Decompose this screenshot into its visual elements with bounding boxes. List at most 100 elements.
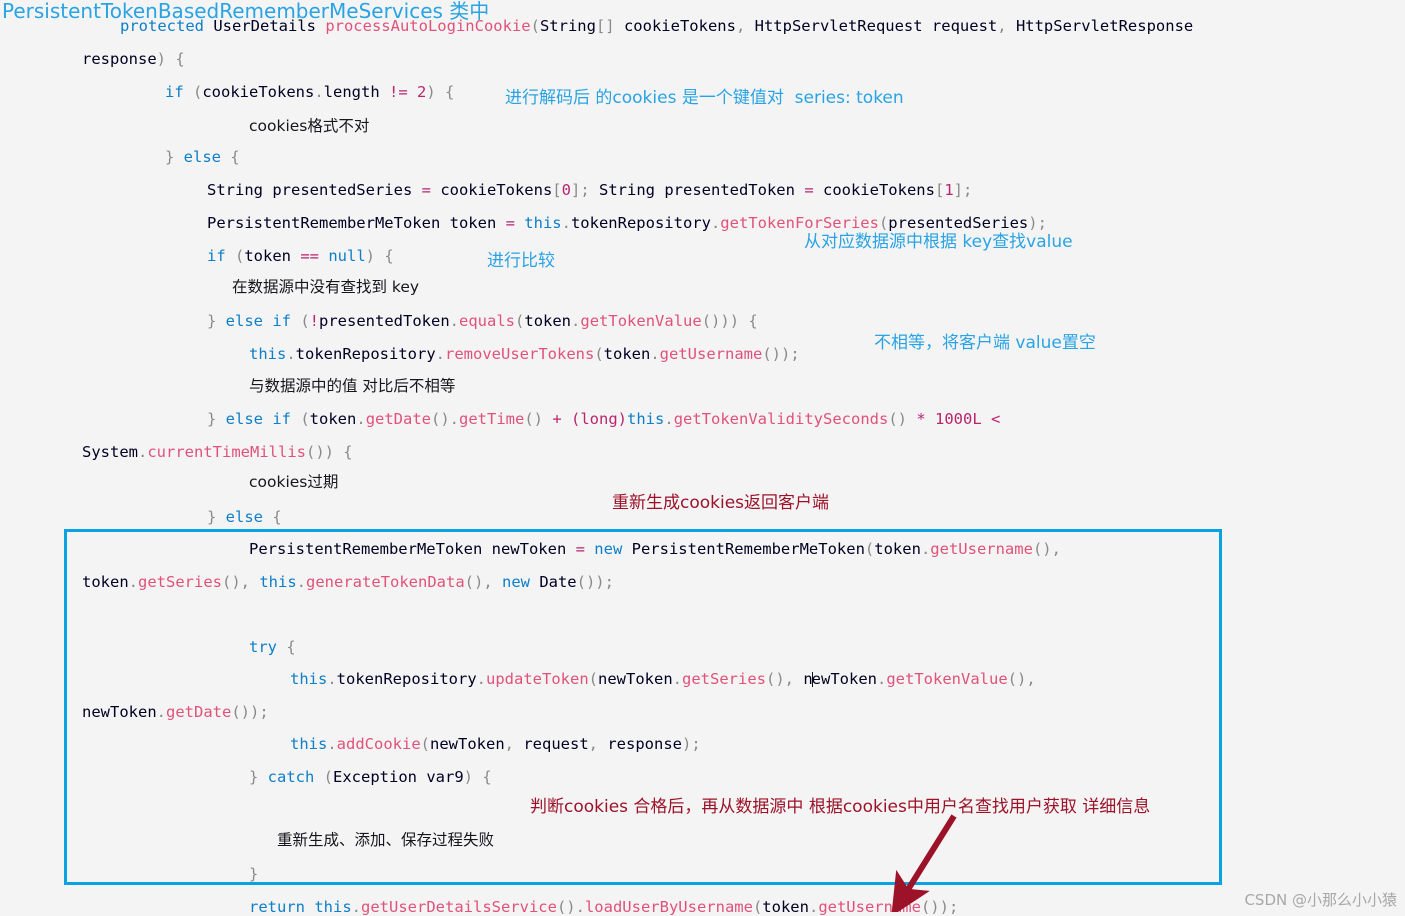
code-token: newToken bbox=[82, 703, 157, 721]
code-token: 2 bbox=[417, 83, 427, 101]
code-token: token bbox=[309, 410, 357, 428]
code-token: token bbox=[524, 312, 572, 330]
code-token: PersistentRememberMeToken newToken bbox=[249, 540, 576, 558]
code-token: getTime bbox=[459, 410, 525, 428]
code-token: this bbox=[259, 573, 297, 591]
code-token: ( bbox=[300, 410, 310, 428]
code-line[interactable]: } else { bbox=[165, 149, 240, 165]
code-line[interactable]: } catch (Exception var9) { bbox=[249, 769, 492, 785]
code-token: ) { bbox=[463, 768, 492, 786]
code-token: ( bbox=[588, 670, 598, 688]
code-token: , bbox=[504, 735, 524, 753]
code-line[interactable]: System.currentTimeMillis()) { bbox=[82, 444, 353, 460]
code-token: , bbox=[588, 735, 608, 753]
code-token: (), bbox=[1032, 540, 1061, 558]
code-token: UserDetails bbox=[213, 17, 326, 35]
code-token: (), bbox=[222, 573, 260, 591]
code-token: String bbox=[539, 17, 596, 35]
code-token: ( bbox=[193, 83, 203, 101]
code-line[interactable]: } else if (token.getDate().getTime() + (… bbox=[207, 411, 1000, 427]
code-token: . bbox=[710, 214, 721, 232]
code-token: newToken bbox=[598, 670, 673, 688]
code-token: if bbox=[165, 83, 193, 101]
code-token: ]; bbox=[953, 181, 973, 199]
code-line[interactable]: this.tokenRepository.updateToken(newToke… bbox=[290, 671, 1036, 687]
code-line[interactable]: newToken.getDate()); bbox=[82, 704, 269, 720]
code-token: [ bbox=[934, 181, 945, 199]
code-token: getDate bbox=[166, 703, 232, 721]
code-line[interactable]: return this.getUserDetailsService().load… bbox=[249, 899, 958, 915]
code-token: ewToken bbox=[811, 670, 877, 688]
code-line[interactable]: PersistentRememberMeToken newToken = new… bbox=[249, 541, 1061, 557]
code-token: tokenRepository bbox=[295, 345, 436, 363]
blue-annotation: 进行比较 bbox=[487, 251, 555, 271]
code-token: removeUserTokens bbox=[445, 345, 595, 363]
code-token: ( bbox=[594, 345, 604, 363]
code-line[interactable]: String presentedSeries = cookieTokens[0]… bbox=[207, 182, 972, 198]
code-line[interactable]: token.getSeries(), this.generateTokenDat… bbox=[82, 574, 614, 590]
code-token: 0 bbox=[561, 181, 571, 199]
code-token: . bbox=[156, 703, 166, 721]
code-token: . bbox=[356, 410, 366, 428]
code-token: ); bbox=[682, 735, 701, 753]
code-line[interactable]: if (token == null) { bbox=[207, 248, 394, 264]
code-line[interactable]: response) { bbox=[82, 51, 185, 67]
code-token: . bbox=[672, 670, 682, 688]
code-token: System bbox=[82, 443, 138, 461]
code-token: , bbox=[997, 17, 1016, 35]
code-line[interactable]: this.addCookie(newToken, request, respon… bbox=[290, 736, 701, 752]
code-line[interactable]: if (cookieTokens.length != 2) { bbox=[165, 84, 454, 100]
code-line[interactable]: } else { bbox=[207, 509, 282, 525]
code-token: request bbox=[523, 735, 589, 753]
code-token: if bbox=[207, 247, 235, 265]
code-token: 1000L bbox=[935, 410, 991, 428]
code-token: cookieTokens bbox=[623, 17, 736, 35]
code-token: addCookie bbox=[336, 735, 421, 753]
code-token: ( bbox=[864, 540, 875, 558]
code-token: else bbox=[225, 508, 263, 526]
code-token: else bbox=[183, 148, 221, 166]
code-token: presentedToken bbox=[319, 312, 450, 330]
code-token: tokenRepository bbox=[336, 670, 477, 688]
code-token: else if bbox=[225, 312, 301, 330]
code-token: processAutoLoginCookie bbox=[325, 17, 531, 35]
code-token: ( bbox=[878, 214, 889, 232]
code-token: length bbox=[323, 83, 389, 101]
code-token: = bbox=[505, 214, 525, 232]
code-token: ( bbox=[530, 17, 540, 35]
code-token: ( bbox=[420, 735, 431, 753]
red-annotation: 重新生成cookies返回客户端 bbox=[612, 493, 830, 513]
code-line[interactable]: this.tokenRepository.removeUserTokens(to… bbox=[249, 346, 800, 362]
code-token: ()) { bbox=[305, 443, 353, 461]
code-token: (). bbox=[431, 410, 460, 428]
code-token: . bbox=[138, 443, 148, 461]
code-token: token bbox=[603, 345, 651, 363]
code-token: + bbox=[552, 410, 572, 428]
code-line[interactable]: } bbox=[249, 866, 258, 882]
code-line[interactable]: PersistentRememberMeToken token = this.t… bbox=[207, 215, 1047, 231]
code-token: ( bbox=[323, 768, 334, 786]
code-token: getTokenValiditySeconds bbox=[673, 410, 889, 428]
code-token: ) { bbox=[365, 247, 394, 265]
code-token: } bbox=[249, 768, 268, 786]
code-token: getDate bbox=[365, 410, 432, 428]
code-token: this bbox=[249, 345, 287, 363]
inline-note: 在数据源中没有查找到 key bbox=[232, 278, 420, 296]
code-line[interactable]: protected UserDetails processAutoLoginCo… bbox=[120, 18, 1193, 34]
code-token: == bbox=[300, 247, 329, 265]
code-token: cookieTokens bbox=[440, 181, 553, 199]
code-token: . bbox=[286, 345, 296, 363]
code-line[interactable]: } else if (!presentedToken.equals(token.… bbox=[207, 313, 758, 329]
code-token: (), bbox=[766, 670, 804, 688]
code-token: this bbox=[627, 410, 665, 428]
code-token: getUserDetailsService bbox=[361, 898, 557, 916]
code-token: loadUserByUsername bbox=[584, 898, 753, 916]
code-line[interactable]: try { bbox=[249, 639, 296, 655]
blue-annotation: 从对应数据源中根据 key查找value bbox=[804, 232, 1073, 252]
code-token: != bbox=[389, 83, 417, 101]
code-token: HttpServletResponse bbox=[1015, 17, 1194, 35]
code-token: = bbox=[575, 540, 595, 558]
code-token: , bbox=[735, 17, 755, 35]
code-token: updateToken bbox=[486, 670, 589, 688]
inline-note: cookies过期 bbox=[249, 473, 339, 491]
